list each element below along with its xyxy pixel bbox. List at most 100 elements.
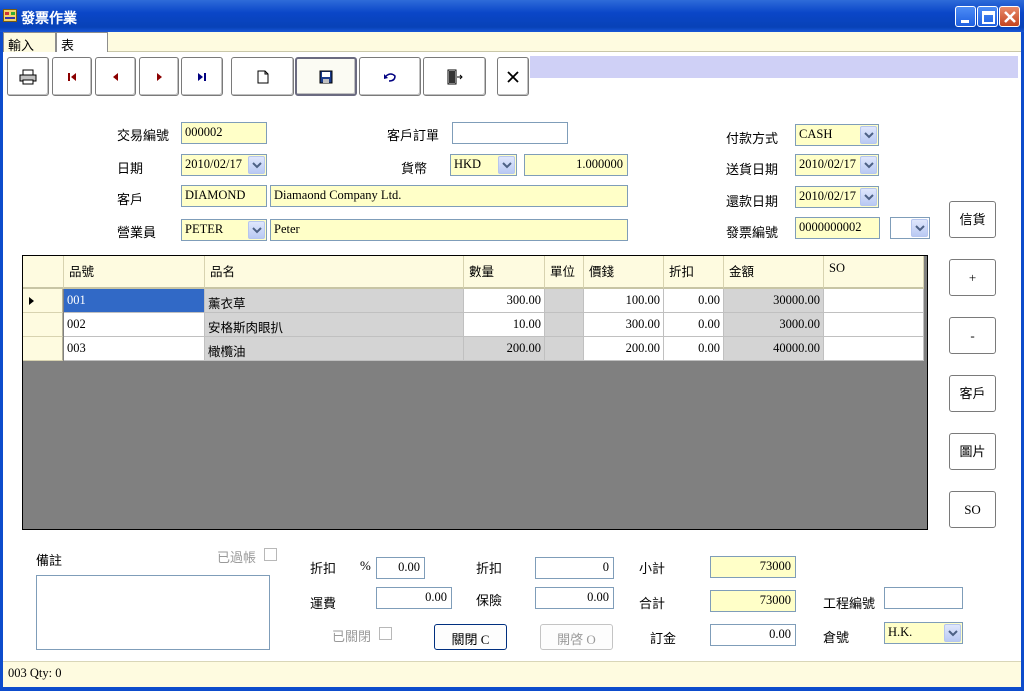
tab-table[interactable]: 表 [56,32,108,53]
table-row-cell-amount[interactable]: 40000.00 [724,337,824,361]
open-order-button[interactable]: 開啓 O [540,624,613,650]
next-record-button[interactable] [139,57,179,96]
table-row-cell-price[interactable]: 100.00 [584,289,664,313]
table-row-cell-so[interactable] [824,337,924,361]
table-row-cell-name[interactable]: 安格斯肉眼扒 [205,313,464,337]
new-button[interactable] [231,57,294,96]
col-header-qty[interactable]: 數量 [464,256,545,289]
row-header-current[interactable] [23,289,63,313]
col-header-name[interactable]: 品名 [205,256,464,289]
posted-checkbox[interactable] [264,548,277,561]
chevron-down-icon[interactable] [498,156,515,174]
col-header-so[interactable]: SO [824,256,924,289]
exit-button[interactable] [423,57,486,96]
save-button[interactable] [295,57,357,96]
chevron-down-icon[interactable] [248,221,265,239]
table-row-cell-code[interactable]: 001 [64,289,205,313]
salesman-name-field[interactable]: Peter [270,219,628,241]
project-no-field[interactable] [884,587,963,609]
minimize-button[interactable] [955,6,976,27]
maximize-button[interactable] [977,6,998,27]
col-header-unit[interactable]: 單位 [545,256,584,289]
invoice-series-select[interactable] [890,217,930,239]
table-row-cell-code[interactable]: 003 [64,337,205,361]
chevron-down-icon[interactable] [860,126,877,144]
undo-button[interactable] [359,57,421,96]
table-row-cell-unit[interactable] [545,289,584,313]
remark-label: 備註 [36,553,63,568]
subtotal-field[interactable]: 73000 [710,556,796,578]
chevron-down-icon[interactable] [248,156,265,174]
row-header[interactable] [23,313,63,337]
chevron-down-icon[interactable] [944,624,961,642]
close-window-button[interactable] [999,6,1020,27]
freight-field[interactable]: 0.00 [376,587,452,609]
deposit-field[interactable]: 0.00 [710,624,796,646]
close-order-button[interactable]: 關閉 C [434,624,507,650]
table-row-cell-price[interactable]: 200.00 [584,337,664,361]
trans-no-field[interactable]: 000002 [181,122,267,144]
table-row-cell-so[interactable] [824,313,924,337]
customer-code-field[interactable]: DIAMOND [181,185,267,207]
discount-pct-field[interactable]: 0.00 [376,557,425,579]
customer-po-field[interactable] [452,122,568,144]
invoice-no-field[interactable]: 0000000002 [795,217,880,239]
row-header[interactable] [23,337,63,361]
print-button[interactable] [7,57,49,96]
col-header-amount[interactable]: 金額 [724,256,824,289]
table-row-cell-discount[interactable]: 0.00 [664,289,724,313]
total-field[interactable]: 73000 [710,590,796,612]
discount-amount-field[interactable]: 0 [535,557,614,579]
table-row-cell-name[interactable]: 橄欖油 [205,337,464,361]
customer-name-field[interactable]: Diamaond Company Ltd. [270,185,628,207]
col-header-code[interactable]: 品號 [64,256,205,289]
due-date-picker[interactable]: 2010/02/17 [795,186,879,208]
currency-select[interactable]: HKD [450,154,517,176]
table-row-cell-price[interactable]: 300.00 [584,313,664,337]
table-row-cell-unit[interactable] [545,313,584,337]
table-row-cell-discount[interactable]: 0.00 [664,337,724,361]
exchange-rate-field[interactable]: 1.000000 [524,154,628,176]
remove-row-button[interactable]: - [949,317,996,354]
salesman-select[interactable]: PETER [181,219,267,241]
table-row-cell-code[interactable]: 002 [64,313,205,337]
previous-record-button[interactable] [95,57,136,96]
col-header-discount[interactable]: 折扣 [664,256,724,289]
tab-input[interactable]: 輸入 [3,32,56,53]
delivery-date-picker[interactable]: 2010/02/17 [795,154,879,176]
delivery-date-value: 2010/02/17 [799,157,856,171]
add-row-button[interactable]: + [949,259,996,296]
customer-po-label: 客戶訂單 [387,128,440,143]
credit-button[interactable]: 信貨 [949,201,996,238]
title-bar[interactable] [0,0,1024,32]
table-row-cell-so[interactable] [824,289,924,313]
table-row-cell-qty[interactable]: 10.00 [464,313,545,337]
chevron-down-icon[interactable] [860,188,877,206]
chevron-down-icon[interactable] [860,156,877,174]
table-row-cell-amount[interactable]: 3000.00 [724,313,824,337]
posted-label: 已過帳 [217,550,257,565]
insurance-field[interactable]: 0.00 [535,587,614,609]
col-header-price[interactable]: 價錢 [584,256,664,289]
so-button[interactable]: SO [949,491,996,528]
closed-checkbox[interactable] [379,627,392,640]
table-row-cell-unit[interactable] [545,337,584,361]
table-row-cell-amount[interactable]: 30000.00 [724,289,824,313]
table-row-cell-qty[interactable]: 300.00 [464,289,545,313]
first-record-button[interactable] [52,57,92,96]
table-row-cell-qty[interactable]: 200.00 [464,337,545,361]
table-row-cell-name[interactable]: 薰衣草 [205,289,464,313]
chevron-down-icon[interactable] [911,219,928,237]
payment-method-select[interactable]: CASH [795,124,879,146]
table-row-cell-discount[interactable]: 0.00 [664,313,724,337]
picture-button[interactable]: 圖片 [949,433,996,470]
last-record-button[interactable] [181,57,223,96]
minimize-icon [961,20,969,23]
customer-button[interactable]: 客戶 [949,375,996,412]
warehouse-select[interactable]: H.K. [884,622,963,644]
freight-label: 運費 [310,596,337,611]
remark-textarea[interactable] [36,575,270,650]
items-grid[interactable]: 品號 品名 數量 單位 價錢 折扣 金額 SO 001 薰衣草 300.00 1… [22,255,928,530]
cancel-button[interactable] [497,57,529,96]
date-picker[interactable]: 2010/02/17 [181,154,267,176]
